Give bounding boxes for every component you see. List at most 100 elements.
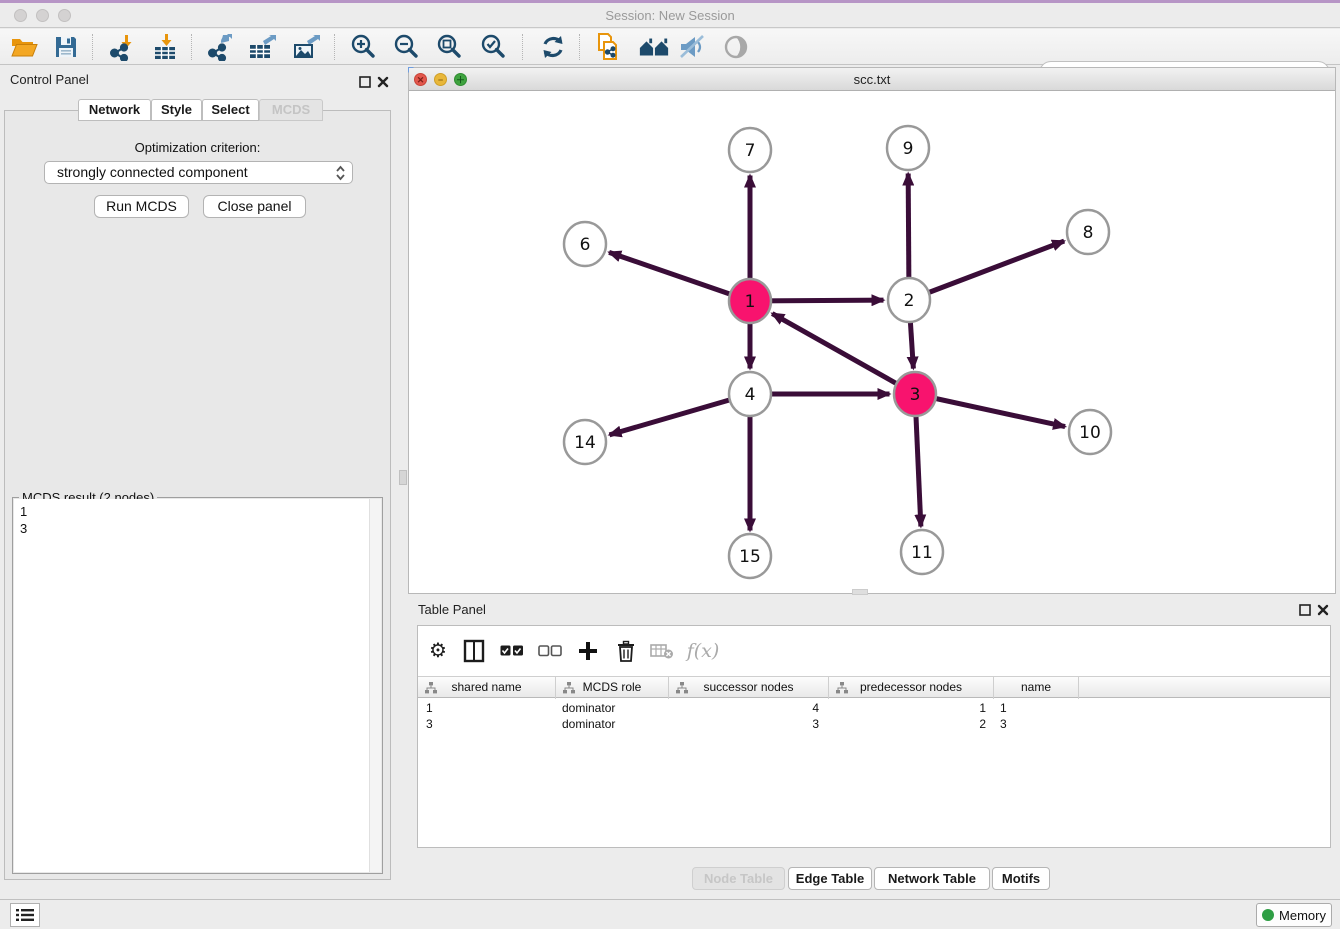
column-header-successor-nodes[interactable]: successor nodes bbox=[669, 677, 829, 699]
toolbar-separator bbox=[334, 34, 335, 60]
task-history-button[interactable] bbox=[10, 903, 40, 927]
column-header-mcds-role[interactable]: MCDS role bbox=[556, 677, 669, 699]
create-column-button[interactable] bbox=[575, 638, 601, 664]
graph-node-7[interactable]: 7 bbox=[729, 128, 771, 172]
control-panel-close-icon[interactable] bbox=[377, 76, 389, 88]
cell-successor-nodes[interactable]: 4 bbox=[669, 700, 829, 716]
graph-edge-3-1[interactable] bbox=[772, 314, 915, 394]
cell-predecessor-nodes[interactable]: 2 bbox=[829, 716, 994, 732]
table-row[interactable]: 1dominator411 bbox=[418, 700, 1330, 716]
memory-button[interactable]: Memory bbox=[1256, 903, 1332, 927]
criterion-select[interactable]: strongly connected component bbox=[44, 161, 353, 184]
graph-node-15[interactable]: 15 bbox=[729, 534, 771, 578]
network-graph[interactable]: 7 9 6 8 1 2 4 3 14 10 15 11 bbox=[409, 92, 1335, 594]
cell-mcds-role[interactable]: dominator bbox=[556, 716, 669, 732]
column-header-predecessor-nodes[interactable]: predecessor nodes bbox=[829, 677, 994, 699]
graph-node-1[interactable]: 1 bbox=[729, 279, 771, 323]
tab-select[interactable]: Select bbox=[202, 99, 259, 121]
graph-node-2[interactable]: 2 bbox=[888, 278, 930, 322]
deselect-all-button[interactable] bbox=[537, 638, 563, 664]
table-panel-float-button[interactable] bbox=[1299, 604, 1311, 616]
graph-edge-3-10[interactable] bbox=[915, 394, 1065, 427]
export-network-button[interactable] bbox=[205, 32, 237, 62]
cell-mcds-role[interactable]: dominator bbox=[556, 700, 669, 716]
network-canvas[interactable]: 7 9 6 8 1 2 4 3 14 10 15 11 bbox=[409, 92, 1335, 593]
graph-node-11[interactable]: 11 bbox=[901, 530, 943, 574]
cell-shared-name[interactable]: 1 bbox=[418, 700, 556, 716]
open-session-button[interactable] bbox=[8, 32, 40, 62]
apply-layout-button[interactable] bbox=[537, 32, 569, 62]
trash-icon bbox=[617, 640, 635, 662]
graph-node-10[interactable]: 10 bbox=[1069, 410, 1111, 454]
megaphone-icon bbox=[677, 33, 707, 61]
hierarchy-icon bbox=[425, 682, 437, 694]
tab-mcds[interactable]: MCDS bbox=[259, 99, 323, 121]
table-delete-icon bbox=[650, 642, 674, 660]
tab-edge-table[interactable]: Edge Table bbox=[788, 867, 872, 890]
toolbar-separator bbox=[522, 34, 523, 60]
graph-node-9[interactable]: 9 bbox=[887, 126, 929, 170]
graph-node-14[interactable]: 14 bbox=[564, 420, 606, 464]
table-panel-close-icon[interactable] bbox=[1317, 604, 1329, 616]
cell-name[interactable]: 3 bbox=[994, 716, 1079, 732]
graph-node-8[interactable]: 8 bbox=[1067, 210, 1109, 254]
splitter-handle-horizontal[interactable] bbox=[852, 589, 868, 595]
zoom-out-button[interactable] bbox=[390, 32, 422, 62]
documents-share-icon bbox=[592, 32, 622, 62]
cell-shared-name[interactable]: 3 bbox=[418, 716, 556, 732]
export-image-button[interactable] bbox=[290, 32, 322, 62]
graph-node-3[interactable]: 3 bbox=[894, 372, 936, 416]
zoom-fit-button[interactable] bbox=[433, 32, 465, 62]
graph-node-label: 9 bbox=[903, 139, 914, 159]
table-panel-tabs: Node Table Edge Table Network Table Moti… bbox=[408, 867, 1340, 890]
toolbar-separator bbox=[191, 34, 192, 60]
tab-motifs[interactable]: Motifs bbox=[992, 867, 1050, 890]
save-session-button[interactable] bbox=[50, 32, 82, 62]
mcds-result-text[interactable]: 1 3 bbox=[14, 499, 369, 872]
watch-button[interactable] bbox=[720, 32, 752, 62]
column-header-name[interactable]: name bbox=[994, 677, 1079, 699]
column-header-shared-name[interactable]: shared name bbox=[418, 677, 556, 699]
run-mcds-button[interactable]: Run MCDS bbox=[94, 195, 189, 218]
table-toolbar: ⚙ bbox=[418, 626, 1330, 675]
control-panel-float-button[interactable] bbox=[359, 76, 371, 88]
delete-column-button[interactable] bbox=[613, 638, 639, 664]
show-home-button[interactable] bbox=[638, 32, 670, 62]
mute-announcements-button[interactable] bbox=[676, 32, 708, 62]
control-panel-title: Control Panel bbox=[10, 72, 89, 87]
tab-node-table[interactable]: Node Table bbox=[692, 867, 785, 890]
mcds-result-scrollbar[interactable] bbox=[369, 499, 381, 872]
graph-edge-2-8[interactable] bbox=[909, 241, 1064, 300]
import-table-icon bbox=[151, 33, 179, 61]
cell-name[interactable]: 1 bbox=[994, 700, 1079, 716]
houses-icon bbox=[638, 33, 670, 61]
network-window-titlebar[interactable]: ✕ − ＋ scc.txt bbox=[409, 68, 1335, 91]
zoom-selected-button[interactable] bbox=[477, 32, 509, 62]
graph-node-label: 7 bbox=[745, 141, 756, 161]
show-columns-button[interactable] bbox=[461, 638, 487, 664]
window-title: Session: New Session bbox=[0, 8, 1340, 23]
table-settings-button[interactable]: ⚙ bbox=[425, 638, 451, 664]
zoom-in-button[interactable] bbox=[347, 32, 379, 62]
graph-node-4[interactable]: 4 bbox=[729, 372, 771, 416]
close-panel-button[interactable]: Close panel bbox=[203, 195, 306, 218]
hierarchy-icon bbox=[676, 682, 688, 694]
import-table-button[interactable] bbox=[149, 32, 181, 62]
splitter-handle-vertical[interactable] bbox=[399, 470, 407, 485]
toolbar-separator bbox=[92, 34, 93, 60]
clone-network-button[interactable] bbox=[591, 32, 623, 62]
zoom-in-icon bbox=[349, 33, 377, 61]
tab-network[interactable]: Network bbox=[78, 99, 151, 121]
import-network-button[interactable] bbox=[107, 32, 139, 62]
select-all-button[interactable] bbox=[499, 638, 525, 664]
graph-node-label: 11 bbox=[911, 543, 933, 563]
cell-predecessor-nodes[interactable]: 1 bbox=[829, 700, 994, 716]
graph-node-label: 15 bbox=[739, 547, 761, 567]
table-row[interactable]: 3dominator323 bbox=[418, 716, 1330, 732]
graph-node-6[interactable]: 6 bbox=[564, 222, 606, 266]
tab-style[interactable]: Style bbox=[151, 99, 202, 121]
mcds-result-group: MCDS result (2 nodes) 1 3 bbox=[12, 497, 383, 874]
export-table-button[interactable] bbox=[246, 32, 278, 62]
cell-successor-nodes[interactable]: 3 bbox=[669, 716, 829, 732]
tab-network-table[interactable]: Network Table bbox=[874, 867, 990, 890]
